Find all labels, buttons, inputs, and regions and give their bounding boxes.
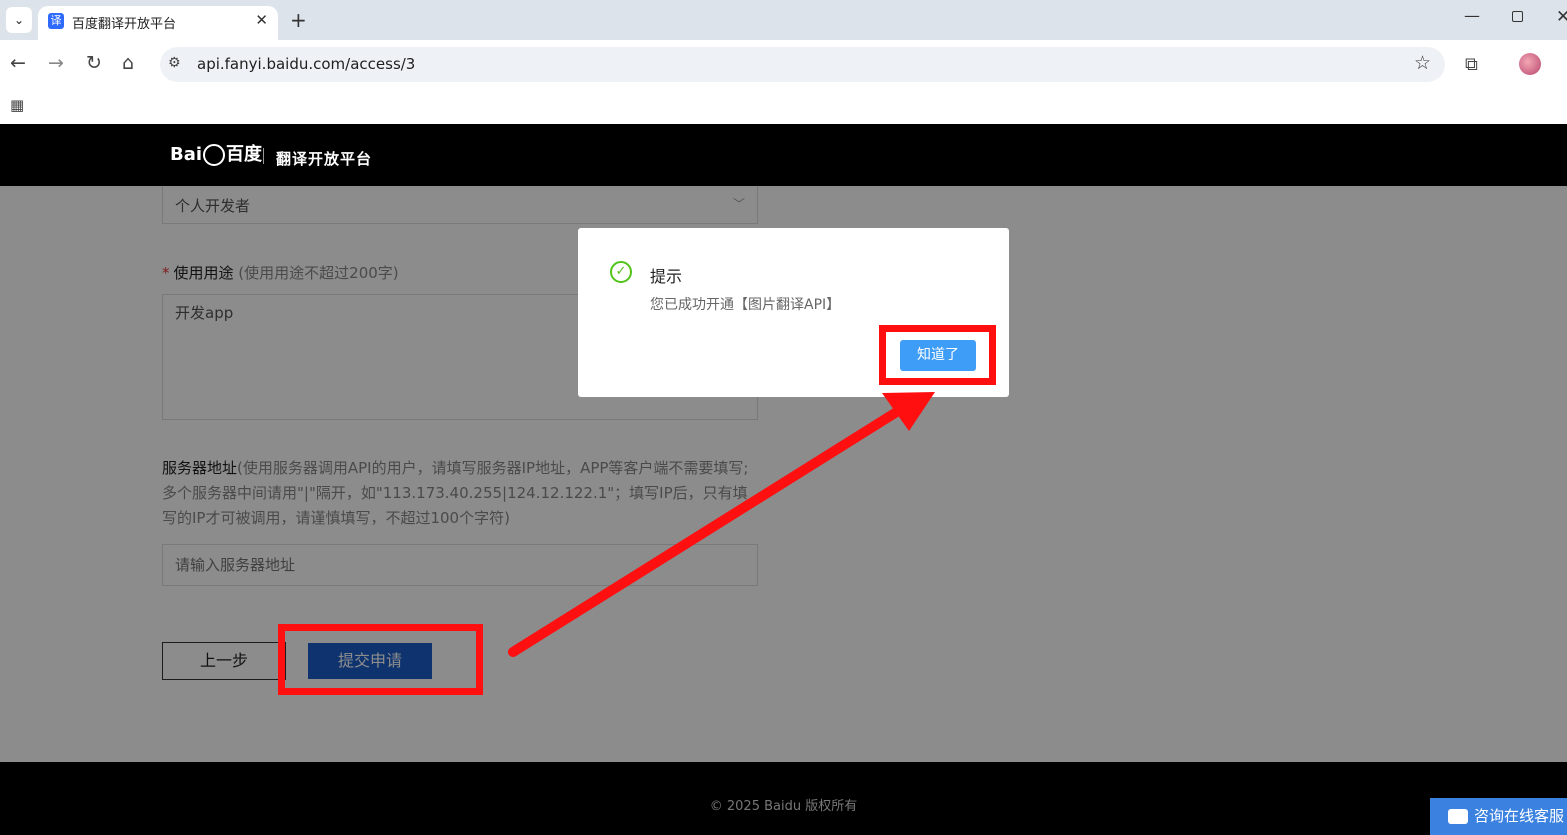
site-settings-icon[interactable]: ⚙ [168,55,181,71]
tab-strip: ⌄ 译 百度翻译开放平台 ✕ + — ✕ [0,0,1567,40]
profile-avatar[interactable] [1519,53,1541,75]
home-icon[interactable]: ⌂ [122,52,134,74]
plus-icon[interactable]: + [290,8,307,32]
annotation-box-ok [879,325,996,385]
close-window-icon[interactable]: ✕ [1556,7,1567,27]
copyright: © 2025 Baidu 版权所有 [709,799,858,814]
paw-icon [203,144,226,166]
apps-icon[interactable]: ▦ [10,96,24,114]
check-circle-icon: ✓ [610,261,632,283]
logo-text-cn: 百度 [226,144,263,165]
browser-tab[interactable]: 译 百度翻译开放平台 ✕ [38,6,278,40]
chat-label: 咨询在线客服 [1474,807,1565,825]
tab-search-icon[interactable]: ⌄ [6,7,32,33]
dialog-message: 您已成功开通【图片翻译API】 [650,297,841,313]
back-icon[interactable]: ← [10,52,26,74]
star-icon[interactable]: ☆ [1414,52,1431,74]
chat-icon [1448,809,1468,824]
favicon: 译 [48,13,64,29]
tab-title: 百度翻译开放平台 [72,17,177,32]
minimize-icon[interactable]: — [1464,6,1480,25]
baidu-logo[interactable]: Bai 百度 [170,140,262,166]
logo-text-en: Bai [170,144,203,165]
forward-icon[interactable]: → [48,52,64,74]
site-footer: © 2025 Baidu 版权所有 [0,762,1567,835]
reload-icon[interactable]: ↻ [86,52,102,74]
url-text[interactable]: api.fanyi.baidu.com/access/3 [197,55,415,73]
address-bar[interactable]: ⚙ api.fanyi.baidu.com/access/3 ☆ [160,47,1445,82]
dialog-title: 提示 [650,267,683,286]
online-support-button[interactable]: 咨询在线客服 [1430,798,1567,835]
logo-divider [263,148,264,164]
annotation-box-submit [278,624,483,695]
platform-title: 翻译开放平台 [276,150,373,168]
bookmarks-bar: ▦ [0,88,1567,124]
close-icon[interactable]: ✕ [255,11,268,29]
site-header: Bai 百度 翻译开放平台 [0,124,1567,186]
maximize-icon[interactable] [1512,11,1523,22]
browser-toolbar: ← → ↻ ⌂ ⚙ api.fanyi.baidu.com/access/3 ☆… [0,40,1567,88]
extensions-icon[interactable]: ⧉ [1465,54,1478,75]
menu-icon[interactable]: ⋮ [1560,52,1567,71]
